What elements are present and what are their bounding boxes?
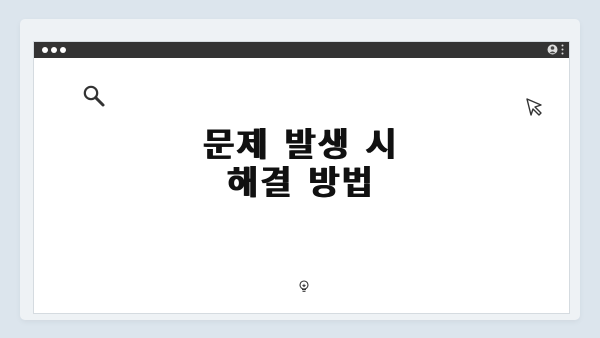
window-content: 문제 발생 시 해결 방법: [34, 58, 569, 313]
headline-line-1: 문제 발생 시: [203, 125, 400, 164]
page-background: 문제 발생 시 해결 방법: [0, 0, 600, 338]
headline-line-2: 해결 방법: [227, 163, 376, 202]
window-controls: [42, 47, 66, 53]
window-titlebar: [34, 42, 569, 58]
lightbulb-icon: [298, 279, 310, 298]
cursor-arrow-icon: [525, 97, 545, 121]
titlebar-actions: [547, 44, 564, 55]
kebab-menu-icon[interactable]: [561, 44, 564, 55]
search-icon[interactable]: [82, 84, 106, 112]
page-headline: 문제 발생 시 해결 방법: [34, 126, 569, 202]
maximize-dot[interactable]: [60, 47, 66, 53]
browser-window: 문제 발생 시 해결 방법: [33, 41, 570, 314]
minimize-dot[interactable]: [51, 47, 57, 53]
close-dot[interactable]: [42, 47, 48, 53]
user-icon[interactable]: [547, 44, 558, 55]
